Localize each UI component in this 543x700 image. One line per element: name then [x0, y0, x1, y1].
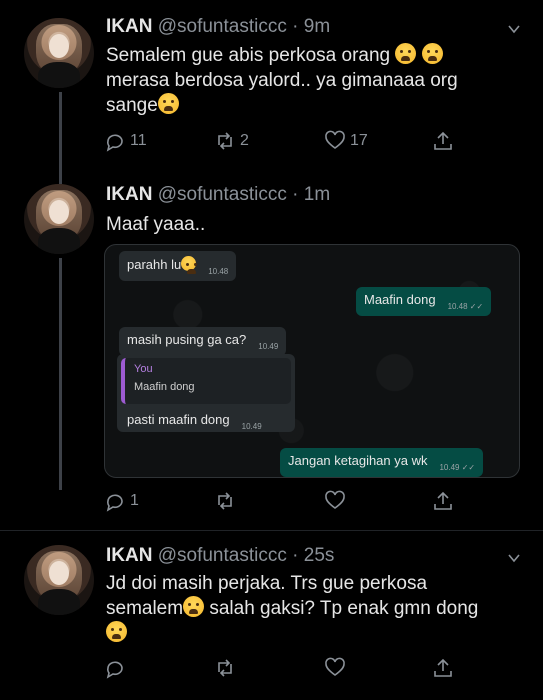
weary-face-emoji	[106, 621, 127, 642]
timestamp[interactable]: · 9m	[292, 16, 330, 37]
avatar[interactable]	[24, 545, 94, 615]
quote-text: Maafin dong	[134, 381, 195, 393]
like-count: 17	[350, 132, 368, 149]
reply-icon	[106, 494, 123, 512]
reply-icon	[106, 661, 123, 679]
message-text: masih pusing ga ca?	[127, 332, 247, 347]
tweet-actions: 1	[104, 490, 524, 516]
tweet[interactable]: IKAN @sofuntasticcc · 9m Semalem gue abi…	[0, 0, 543, 170]
like-button[interactable]	[324, 657, 346, 679]
weary-face-emoji	[395, 43, 417, 64]
message-text: Jangan ketagihan ya wk	[288, 453, 428, 468]
reply-content: pasti maafin dong 10.49	[119, 408, 270, 435]
chat-bubble-incoming: parahh lu 10.48	[119, 251, 237, 281]
sob-emoji	[157, 93, 179, 114]
message-time: 10.49	[241, 422, 262, 431]
like-button[interactable]	[324, 490, 346, 512]
tweet-text: sange	[106, 95, 158, 116]
retweet-icon	[218, 492, 232, 510]
reply-count: 1	[130, 492, 139, 509]
like-icon	[325, 130, 345, 149]
like-icon	[325, 657, 345, 676]
reply-button[interactable]: 11	[104, 130, 147, 152]
like-icon	[325, 490, 345, 509]
username[interactable]: @sofuntasticcc	[158, 545, 287, 566]
message-time: 10.48	[208, 267, 229, 276]
tweet-text: semalem	[106, 598, 184, 619]
tweet[interactable]: IKAN @sofuntasticcc · 25s Jd doi masih p…	[0, 531, 543, 700]
reply-icon	[106, 134, 123, 152]
username[interactable]: @sofuntasticcc	[158, 184, 287, 205]
retweet-icon	[218, 659, 232, 677]
tweet-text: Maaf yaaa..	[106, 214, 206, 235]
like-button[interactable]: 17	[324, 130, 368, 152]
share-icon	[434, 491, 452, 510]
retweet-button[interactable]: 2	[214, 130, 249, 152]
chat-bubble-outgoing: Maafin dong 10.48 ✓✓	[356, 287, 492, 316]
quote-author: You	[134, 363, 153, 375]
reply-button[interactable]: 1	[104, 490, 139, 512]
share-button[interactable]	[432, 657, 454, 679]
username[interactable]: @sofuntasticcc	[158, 16, 287, 37]
timestamp[interactable]: · 25s	[292, 545, 334, 566]
chevron-down-icon[interactable]	[507, 551, 521, 565]
tweet-text: Jd doi masih perjaka. Trs gue perkosa	[106, 573, 428, 594]
share-icon	[434, 131, 452, 150]
message-time: 10.49	[258, 342, 279, 351]
retweet-icon	[218, 132, 232, 150]
display-name[interactable]: IKAN	[106, 184, 152, 205]
message-time: 10.49 ✓✓	[439, 463, 476, 472]
message-text: parahh lu	[127, 257, 182, 272]
share-button[interactable]	[432, 130, 454, 152]
grinning-tongue-emoji	[181, 256, 197, 274]
display-name[interactable]: IKAN	[106, 16, 152, 37]
reply-count: 11	[130, 132, 147, 149]
message-text: Maafin dong	[364, 292, 436, 307]
timestamp[interactable]: · 1m	[292, 184, 330, 205]
tweet-text: salah gaksi? Tp enak gmn dong	[209, 598, 479, 619]
weary-face-emoji	[183, 596, 205, 617]
tweet-text: merasa berdosa yalord.. ya gimanaaa org	[106, 70, 458, 91]
avatar[interactable]	[24, 184, 94, 254]
reply-button[interactable]	[104, 657, 126, 679]
tweet-text: Semalem gue abis perkosa orang	[106, 45, 391, 66]
retweet-count: 2	[240, 132, 249, 149]
chat-bubble-outgoing: Jangan ketagihan ya wk 10.49 ✓✓	[280, 448, 484, 477]
quoted-message: You Maafin dong	[121, 358, 291, 404]
retweet-button[interactable]	[214, 490, 236, 512]
share-icon	[434, 658, 452, 677]
retweet-button[interactable]	[214, 657, 236, 679]
display-name[interactable]: IKAN	[106, 545, 152, 566]
message-time: 10.48 ✓✓	[447, 302, 484, 311]
avatar[interactable]	[24, 18, 94, 88]
chevron-down-icon[interactable]	[507, 22, 521, 36]
chat-bubble-incoming: masih pusing ga ca? 10.49	[119, 327, 287, 356]
weary-face-emoji	[421, 43, 443, 64]
share-button[interactable]	[432, 490, 454, 512]
message-text: pasti maafin dong	[127, 412, 230, 427]
attached-chat-screenshot[interactable]: parahh lu 10.48 Maafin dong 10.48 ✓✓ masih…	[104, 244, 520, 478]
